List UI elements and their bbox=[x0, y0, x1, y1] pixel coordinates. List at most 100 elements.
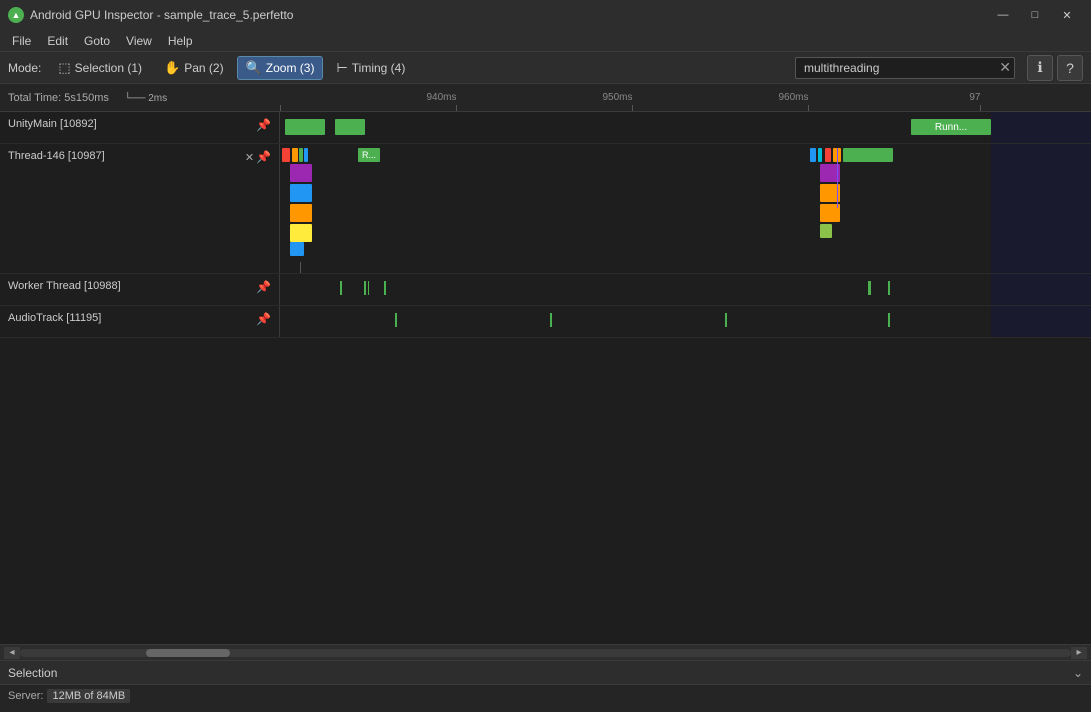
thread-name-audiotrack: AudioTrack [11195] bbox=[8, 312, 252, 324]
seg-146-right-1 bbox=[810, 148, 816, 162]
info-button[interactable]: ℹ bbox=[1027, 55, 1053, 81]
tick-audio-2 bbox=[550, 313, 552, 327]
thread-label-146: Thread-146 [10987] ✕ 📌 bbox=[0, 144, 280, 273]
toolbar: Mode: ⬚ Selection (1) ✋ Pan (2) 🔍 Zoom (… bbox=[0, 52, 1091, 84]
seg-146-right-3 bbox=[825, 148, 831, 162]
scroll-right-arrow[interactable]: ▸ bbox=[1071, 647, 1087, 659]
seg-146-stack-1 bbox=[290, 164, 312, 182]
maximize-button[interactable]: □ bbox=[1019, 0, 1051, 30]
close-icon-146[interactable]: ✕ bbox=[245, 151, 254, 164]
thread-label-worker: Worker Thread [10988] 📌 bbox=[0, 274, 280, 305]
mode-pan-label: Pan (2) bbox=[184, 61, 223, 75]
search-input[interactable] bbox=[795, 57, 1015, 79]
mode-selection-label: Selection (1) bbox=[75, 61, 142, 75]
thread-track-audiotrack[interactable] bbox=[280, 306, 1091, 337]
mode-timing-label: Timing (4) bbox=[352, 61, 406, 75]
scroll-track[interactable] bbox=[20, 649, 1071, 657]
thread-track-unitymain[interactable]: Runn... bbox=[280, 112, 1091, 143]
tick-worker-4 bbox=[384, 281, 386, 295]
tick-worker-right-1 bbox=[868, 281, 871, 295]
thread-row-unitymain: UnityMain [10892] 📌 Runn... bbox=[0, 112, 1091, 144]
selection-icon: ⬚ bbox=[58, 60, 70, 76]
selection-content: Server: 12MB of 84MB bbox=[0, 685, 1091, 707]
selection-panel: Selection ⌄ Server: 12MB of 84MB bbox=[0, 660, 1091, 712]
server-info: Server: 12MB of 84MB bbox=[8, 689, 1083, 703]
thread-row-audiotrack: AudioTrack [11195] 📌 bbox=[0, 306, 1091, 338]
tick-worker-1 bbox=[340, 281, 342, 295]
mode-zoom-button[interactable]: 🔍 Zoom (3) bbox=[237, 56, 324, 80]
seg-146-stack-3 bbox=[290, 204, 312, 222]
ruler-tick-940: 940ms bbox=[456, 105, 457, 111]
tick-audio-1 bbox=[395, 313, 397, 327]
thread-name-146: Thread-146 [10987] bbox=[8, 150, 241, 162]
ruler-tick-930: 930ms bbox=[280, 105, 281, 111]
pin-icon-audiotrack[interactable]: 📌 bbox=[256, 312, 271, 326]
ruler-tick-97: 97 bbox=[980, 105, 981, 111]
menu-view[interactable]: View bbox=[118, 32, 160, 50]
menu-edit[interactable]: Edit bbox=[39, 32, 76, 50]
tick-audio-4 bbox=[888, 313, 890, 327]
mode-timing-button[interactable]: ⊢ Timing (4) bbox=[327, 56, 414, 80]
tick-audio-3 bbox=[725, 313, 727, 327]
seg-146-stack-2 bbox=[290, 184, 312, 202]
menu-help[interactable]: Help bbox=[160, 32, 201, 50]
total-time: Total Time: 5s150ms └── 2ms bbox=[0, 92, 280, 104]
scroll-thumb[interactable] bbox=[146, 649, 230, 657]
threads-area: UnityMain [10892] 📌 Runn... Thread-146 [… bbox=[0, 112, 1091, 644]
thread-name-unitymain: UnityMain [10892] bbox=[8, 118, 252, 130]
seg-146-right-5 bbox=[843, 148, 893, 162]
pan-icon: ✋ bbox=[164, 60, 180, 76]
help-button[interactable]: ? bbox=[1057, 55, 1083, 81]
seg-146-stack-4 bbox=[290, 224, 312, 242]
thread-track-worker[interactable] bbox=[280, 274, 1091, 305]
search-container: ✕ bbox=[795, 57, 1015, 79]
title-controls: — □ ✕ bbox=[987, 0, 1083, 30]
menu-bar: File Edit Goto View Help bbox=[0, 30, 1091, 52]
seg-unitymain-2 bbox=[335, 119, 365, 135]
menu-file[interactable]: File bbox=[4, 32, 39, 50]
seg-146-rstack-4 bbox=[820, 224, 832, 238]
thread-name-worker: Worker Thread [10988] bbox=[8, 280, 252, 292]
menu-goto[interactable]: Goto bbox=[76, 32, 118, 50]
mode-pan-button[interactable]: ✋ Pan (2) bbox=[155, 56, 233, 80]
thread-label-audiotrack: AudioTrack [11195] 📌 bbox=[0, 306, 280, 337]
selection-header[interactable]: Selection ⌄ bbox=[0, 661, 1091, 685]
scroll-left-arrow[interactable]: ◂ bbox=[4, 647, 20, 659]
zoom-icon: 🔍 bbox=[246, 60, 262, 76]
thread-track-146[interactable]: R... bbox=[280, 144, 1091, 273]
server-label: Server: bbox=[8, 690, 43, 702]
ruler-tick-960: 960ms bbox=[808, 105, 809, 111]
search-clear-button[interactable]: ✕ bbox=[999, 59, 1011, 76]
main-content: Total Time: 5s150ms └── 2ms 930ms 940ms … bbox=[0, 84, 1091, 712]
empty-track-area bbox=[0, 338, 1091, 538]
seg-146-r1 bbox=[282, 148, 290, 162]
time-header: Total Time: 5s150ms └── 2ms 930ms 940ms … bbox=[0, 84, 1091, 112]
thread-row-146: Thread-146 [10987] ✕ 📌 bbox=[0, 144, 1091, 274]
tick-worker-right-2 bbox=[888, 281, 890, 295]
seg-146-r4 bbox=[304, 148, 308, 162]
server-value: 12MB of 84MB bbox=[47, 689, 130, 703]
app-icon: ▲ bbox=[8, 7, 24, 23]
ruler-tick-950: 950ms bbox=[632, 105, 633, 111]
toolbar-right-buttons: ℹ ? bbox=[1027, 55, 1083, 81]
seg-unitymain-1 bbox=[285, 119, 325, 135]
timeline-ruler: 930ms 940ms 950ms 960ms 97 bbox=[280, 84, 1091, 111]
seg-146-right-2 bbox=[818, 148, 822, 162]
pin-icon-worker[interactable]: 📌 bbox=[256, 280, 271, 294]
seg-146-r2 bbox=[292, 148, 298, 162]
horizontal-scrollbar[interactable]: ◂ ▸ bbox=[0, 644, 1091, 660]
minimize-button[interactable]: — bbox=[987, 0, 1019, 30]
pin-icon-unitymain[interactable]: 📌 bbox=[256, 118, 271, 132]
seg-146-running-left: R... bbox=[358, 148, 380, 162]
pin-icon-146[interactable]: 📌 bbox=[256, 150, 271, 164]
close-button[interactable]: ✕ bbox=[1051, 0, 1083, 30]
mode-label: Mode: bbox=[8, 61, 41, 75]
tick-worker-3 bbox=[368, 281, 369, 295]
tick-worker-2 bbox=[364, 281, 366, 295]
window-title: Android GPU Inspector - sample_trace_5.p… bbox=[30, 8, 987, 22]
timing-icon: ⊢ bbox=[336, 60, 347, 76]
seg-146-stack-5 bbox=[290, 242, 304, 256]
thread-label-unitymain: UnityMain [10892] 📌 bbox=[0, 112, 280, 143]
mode-selection-button[interactable]: ⬚ Selection (1) bbox=[49, 56, 151, 80]
title-bar: ▲ Android GPU Inspector - sample_trace_5… bbox=[0, 0, 1091, 30]
